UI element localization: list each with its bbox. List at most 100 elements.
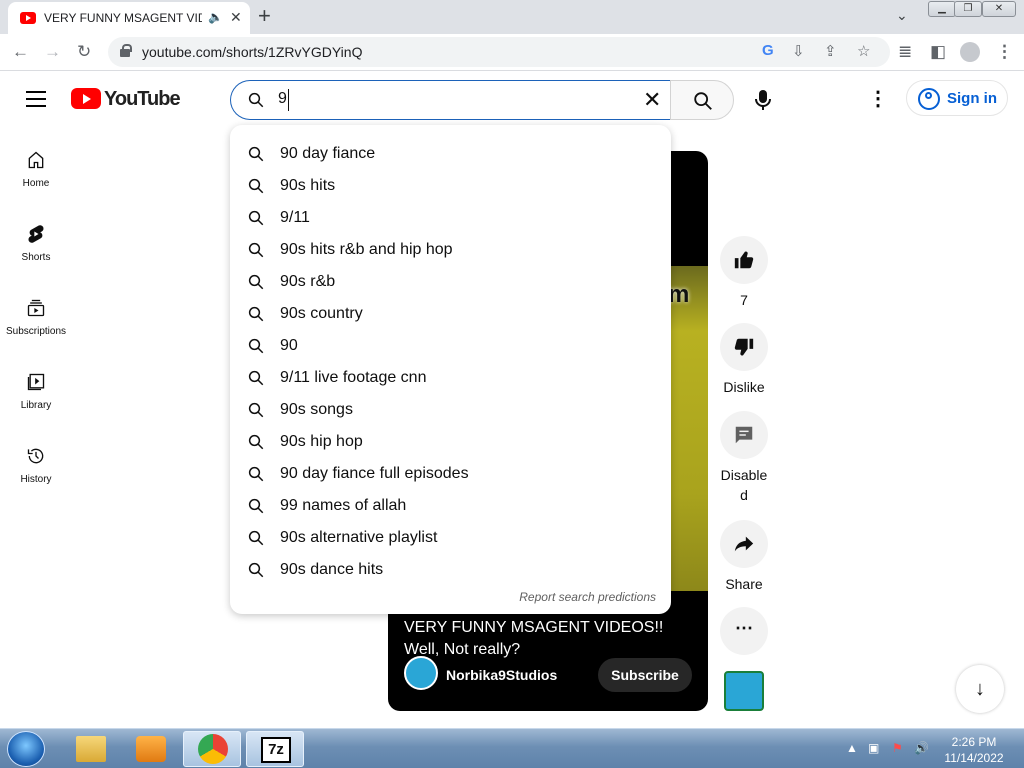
share-arrow-icon	[734, 536, 754, 552]
window-minimize-button[interactable]: ▁	[928, 1, 956, 17]
start-button[interactable]	[7, 731, 45, 767]
guide-label: Home	[22, 178, 50, 189]
suggestion-text: 90s r&b	[280, 273, 336, 290]
share-button[interactable]	[720, 520, 768, 568]
search-suggestion[interactable]: 90s songs	[230, 394, 671, 426]
search-input[interactable]: 9 ✕	[230, 80, 671, 120]
search-suggestion[interactable]: 90s hip hop	[230, 426, 671, 458]
guide-item-library[interactable]: Library	[0, 372, 72, 446]
dislike-label: Dislike	[723, 379, 765, 395]
dislike-action[interactable]: Dislike	[720, 323, 768, 397]
7zip-icon: 7z	[261, 737, 291, 763]
search-query-text[interactable]: 9	[278, 90, 287, 108]
search-suggestion[interactable]: 9/11 live footage cnn	[230, 362, 671, 394]
search-suggestion[interactable]: 90	[230, 330, 671, 362]
subscriptions-icon	[27, 299, 45, 317]
media-controls-icon[interactable]: ≣	[898, 42, 912, 62]
search-icon	[248, 242, 264, 258]
forward-arrow-icon[interactable]: →	[44, 42, 61, 62]
google-lens-icon[interactable]: G	[762, 42, 774, 59]
search-suggestion[interactable]: 90s hits r&b and hip hop	[230, 234, 671, 266]
search-suggestion[interactable]: 99 names of allah	[230, 490, 671, 522]
profile-icon[interactable]	[960, 42, 980, 62]
dislike-button[interactable]	[720, 323, 768, 371]
browser-tab[interactable]: VERY FUNNY MSAGENT VIDEOS!! Well, Not re…	[8, 2, 250, 34]
guide-item-subscriptions[interactable]: Subscriptions	[0, 298, 72, 372]
suggestion-text: 90s hits	[280, 177, 336, 194]
search-suggestion[interactable]: 90s r&b	[230, 266, 671, 298]
clear-search-icon[interactable]: ✕	[643, 87, 661, 113]
search-suggestion[interactable]: 90s alternative playlist	[230, 522, 671, 554]
search-suggestion[interactable]: 90 day fiance full episodes	[230, 458, 671, 490]
search-suggestions: 90 day fiance 90s hits 9/11 90s hits r&b an…	[230, 125, 671, 614]
guide-item-home[interactable]: Home	[0, 150, 72, 224]
reload-icon[interactable]: ↻	[77, 42, 91, 62]
like-button[interactable]	[720, 236, 768, 284]
more-actions-button[interactable]: ⋯	[720, 607, 768, 655]
tab-audio-icon[interactable]: 🔈	[208, 10, 223, 24]
guide-menu-icon[interactable]	[26, 91, 46, 107]
volume-icon[interactable]: 🔊	[914, 741, 929, 755]
search-suggestion[interactable]: 90s dance hits	[230, 554, 671, 586]
back-arrow-icon[interactable]: ←	[12, 42, 29, 62]
share-page-icon[interactable]: ⇪	[824, 42, 837, 60]
sign-in-button[interactable]: Sign in	[906, 80, 1008, 116]
suggestion-text: 90 day fiance	[280, 145, 376, 162]
tab-search-chevron-icon[interactable]: ⌄	[896, 7, 908, 24]
channel-thumbnail[interactable]	[724, 671, 764, 711]
taskbar-chrome[interactable]	[183, 731, 241, 767]
search-suggestion[interactable]: 90 day fiance	[230, 138, 671, 170]
search-button[interactable]	[670, 80, 734, 120]
next-short-arrow-icon[interactable]: ↓	[956, 665, 1004, 713]
settings-menu-icon[interactable]: ⋮	[868, 89, 888, 109]
thumbs-down-icon	[734, 338, 754, 356]
search-icon	[248, 402, 264, 418]
network-icon[interactable]: ▣	[868, 741, 879, 755]
side-panel-icon[interactable]: ◧	[930, 42, 946, 62]
tab-close-icon[interactable]: ✕	[230, 9, 242, 26]
search-suggestion[interactable]: 9/11	[230, 202, 671, 234]
window-restore-button[interactable]: ❐	[954, 1, 982, 17]
search-suggestion[interactable]: 90s hits	[230, 170, 671, 202]
guide-item-history[interactable]: History	[0, 446, 72, 520]
system-clock[interactable]: 2:26 PM 11/14/2022	[938, 734, 1010, 766]
voice-search-button[interactable]	[743, 80, 783, 120]
browser-toolbar: ← → ↻ youtube.com/shorts/1ZRvYGDYinQ G ⇩…	[0, 34, 1024, 71]
search-icon	[248, 466, 264, 482]
action-center-icon[interactable]: ⚑	[892, 741, 903, 755]
like-action[interactable]: 7	[720, 236, 768, 310]
subscribe-button[interactable]: Subscribe	[598, 658, 692, 692]
window-close-button[interactable]: ✕	[982, 1, 1016, 17]
search-icon	[248, 498, 264, 514]
browser-tab-strip: VERY FUNNY MSAGENT VIDEOS!! Well, Not re…	[0, 0, 1024, 34]
new-tab-button[interactable]: +	[258, 5, 271, 27]
lock-icon[interactable]	[120, 44, 132, 57]
chrome-menu-icon[interactable]: ⋮	[996, 42, 1013, 62]
youtube-favicon-icon	[20, 12, 36, 24]
more-actions[interactable]: ⋯	[720, 607, 768, 655]
suggestion-text: 90s hits r&b and hip hop	[280, 241, 453, 258]
guide-item-shorts[interactable]: Shorts	[0, 224, 72, 298]
taskbar-explorer[interactable]	[62, 731, 120, 767]
suggestion-text: 9/11	[280, 209, 310, 226]
share-action[interactable]: Share	[720, 520, 768, 594]
bookmark-star-icon[interactable]: ☆	[857, 42, 870, 60]
youtube-masthead: YouTube 9 ✕ ⋮ Sign in	[0, 71, 1024, 127]
taskbar-media-player[interactable]	[122, 731, 180, 767]
more-horiz-icon: ⋯	[735, 618, 753, 638]
library-icon	[27, 373, 45, 391]
install-app-icon[interactable]: ⇩	[792, 42, 805, 60]
address-bar[interactable]: youtube.com/shorts/1ZRvYGDYinQ G ⇩ ⇪ ☆	[108, 37, 890, 67]
address-url[interactable]: youtube.com/shorts/1ZRvYGDYinQ	[142, 44, 362, 60]
channel-name[interactable]: Norbika9Studios	[446, 667, 557, 683]
search-icon	[248, 562, 264, 578]
suggestion-text: 90s country	[280, 305, 363, 322]
search-suggestion[interactable]: 90s country	[230, 298, 671, 330]
short-caption[interactable]: VERY FUNNY MSAGENT VIDEOS!! Well, Not re…	[404, 617, 684, 661]
channel-avatar[interactable]	[404, 656, 438, 690]
youtube-play-logo-icon	[71, 88, 101, 109]
show-hidden-icons-icon[interactable]: ▲	[846, 741, 858, 755]
share-label: Share	[725, 576, 763, 592]
taskbar-7zip[interactable]: 7z	[246, 731, 304, 767]
report-search-predictions-link[interactable]: Report search predictions	[230, 590, 656, 604]
